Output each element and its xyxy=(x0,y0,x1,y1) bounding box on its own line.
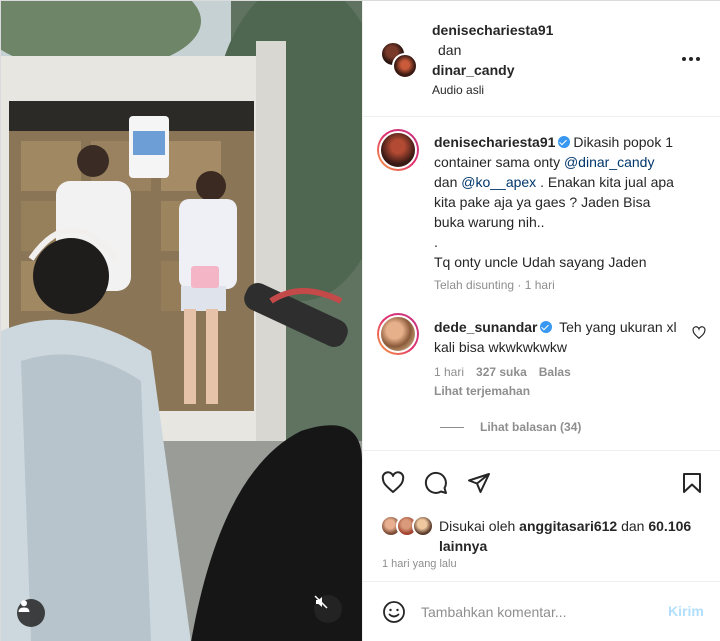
mention-link[interactable]: @ko__apex xyxy=(461,174,536,190)
liked-by-user[interactable]: anggitasari612 xyxy=(519,518,617,534)
reply-button[interactable]: Balas xyxy=(539,365,571,379)
comment-username[interactable]: dede_sunandar xyxy=(434,319,537,335)
meta-separator: · xyxy=(517,278,522,292)
caption-username[interactable]: denisechariesta91 xyxy=(434,134,555,150)
author-username[interactable]: denisechariesta91 xyxy=(432,22,553,38)
post-time[interactable]: 1 hari yang lalu xyxy=(382,558,457,570)
more-options-button[interactable] xyxy=(679,49,703,69)
post-comment-button[interactable]: Kirim xyxy=(668,603,704,619)
collab-joiner: dan xyxy=(438,42,462,58)
comment-time[interactable]: 1 hari xyxy=(434,365,464,379)
verified-badge-icon xyxy=(558,136,571,148)
comment-meta: 1 hari 327 suka Balas xyxy=(434,365,571,379)
likes-count[interactable]: 60.106 xyxy=(648,518,691,534)
caption-meta: Telah disunting · 1 hari xyxy=(434,278,555,292)
edited-label: Telah disunting xyxy=(434,278,515,292)
comment-input[interactable] xyxy=(421,601,651,623)
collab-avatars[interactable] xyxy=(380,41,420,81)
heart-icon[interactable] xyxy=(381,471,405,495)
post-actions: Disukai oleh anggitasari612 dan 60.106 l… xyxy=(363,450,720,580)
video-frame xyxy=(1,1,362,641)
mention-link[interactable]: @dinar_candy xyxy=(564,154,655,170)
verified-badge-icon xyxy=(540,321,553,333)
post-sidebar: denisechariesta91 dan dinar_candy Audio … xyxy=(362,1,720,641)
post-caption: denisechariesta91 Dikasih popok 1 contain… xyxy=(434,132,674,272)
caption-text: Tq onty uncle Udah sayang Jaden xyxy=(434,254,647,270)
comment-icon[interactable] xyxy=(424,471,448,495)
avatar xyxy=(392,53,418,79)
likes-others[interactable]: lainnya xyxy=(439,538,487,554)
liked-by-prefix: Disukai oleh xyxy=(439,518,520,534)
avatar xyxy=(412,515,434,537)
view-replies-button[interactable]: Lihat balasan (34) xyxy=(440,420,581,434)
comments-section[interactable]: denisechariesta91 Dikasih popok 1 contain… xyxy=(363,118,720,450)
post-header: denisechariesta91 dan dinar_candy Audio … xyxy=(363,1,720,117)
heart-icon xyxy=(692,326,706,340)
translate-link[interactable]: Lihat terjemahan xyxy=(434,384,530,398)
post-dialog: denisechariesta91 dan dinar_candy Audio … xyxy=(0,0,720,641)
audio-link[interactable]: Audio asli xyxy=(432,83,484,97)
more-horizontal-icon xyxy=(682,57,700,61)
comment-like-button[interactable] xyxy=(692,326,706,340)
comment: dede_sunandar Teh yang ukuran xl kali bi… xyxy=(434,317,679,357)
collaborator-username[interactable]: dinar_candy xyxy=(432,62,514,78)
comment-likes[interactable]: 327 suka xyxy=(476,365,527,379)
liked-by-avatars[interactable] xyxy=(380,515,440,537)
post-video[interactable] xyxy=(1,1,362,641)
add-comment-bar: Kirim xyxy=(363,581,720,641)
caption-avatar[interactable] xyxy=(377,129,419,171)
comment-avatar[interactable] xyxy=(377,313,419,355)
caption-time[interactable]: 1 hari xyxy=(525,278,555,292)
user-icon xyxy=(18,600,30,612)
speaker-muted-icon xyxy=(314,595,328,609)
liked-by-text: Disukai oleh anggitasari612 dan 60.106 l… xyxy=(439,516,714,556)
user-tag-button[interactable] xyxy=(17,599,45,627)
bookmark-icon[interactable] xyxy=(680,471,704,495)
view-replies-label: Lihat balasan (34) xyxy=(480,420,582,434)
caption-text: dan xyxy=(434,174,462,190)
caption-text: . xyxy=(434,234,438,250)
emoji-icon[interactable] xyxy=(382,600,406,624)
liked-by-joiner: dan xyxy=(617,518,649,534)
mute-button[interactable] xyxy=(314,595,342,623)
send-icon[interactable] xyxy=(467,471,491,495)
